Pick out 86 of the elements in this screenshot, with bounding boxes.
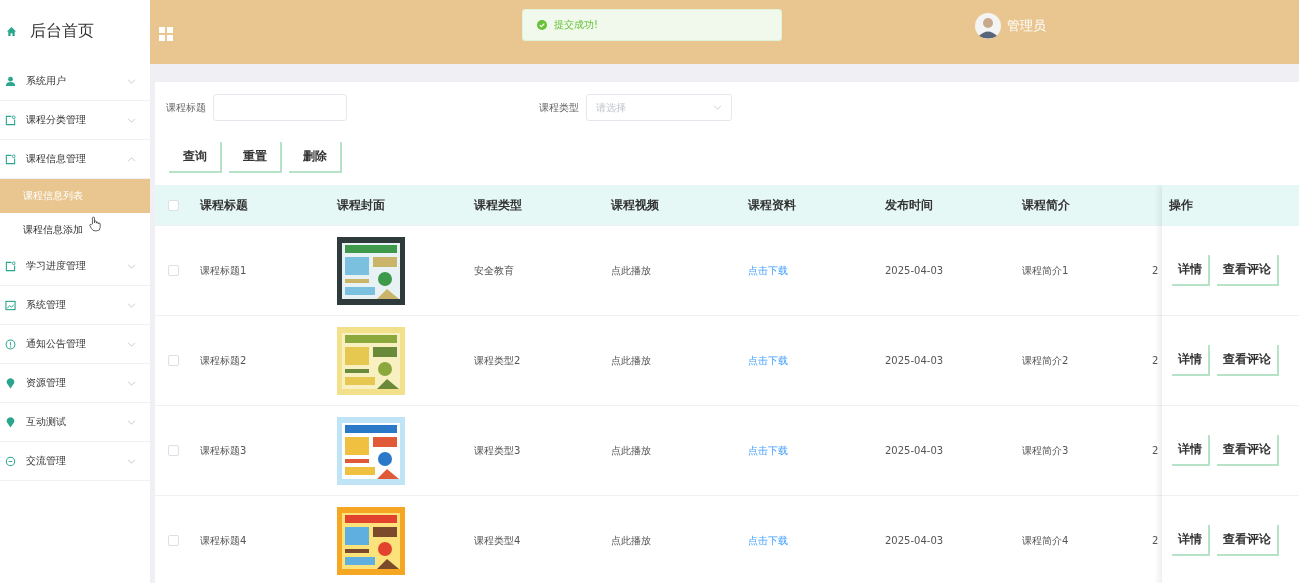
image-icon: [5, 299, 16, 311]
chevron-icon: [127, 458, 136, 464]
column-header: 课程标题: [200, 197, 248, 212]
table-cell: 点此播放: [611, 354, 651, 366]
table-cell: 安全教育: [474, 264, 514, 276]
table-cell: 课程简介2: [1022, 354, 1069, 366]
table-cell: 2: [1152, 265, 1159, 276]
table-cell: 课程标题2: [200, 354, 247, 366]
chevron-icon: [127, 341, 136, 347]
table-cell: 2: [1152, 445, 1159, 456]
sidebar-item[interactable]: 交流管理: [0, 442, 150, 481]
column-header: 课程封面: [337, 197, 385, 212]
grid-menu-icon[interactable]: [159, 27, 173, 41]
submenu-item[interactable]: 课程信息添加: [0, 213, 150, 247]
chevron-icon: [713, 105, 722, 110]
hand-cursor-icon: [89, 216, 101, 232]
pin-icon: [5, 377, 16, 389]
row-action-button[interactable]: 详情: [1172, 435, 1210, 466]
home-icon: [6, 25, 17, 37]
chevron-icon: [127, 302, 136, 308]
table-cell: 2: [1152, 535, 1159, 546]
chevron-icon: [127, 117, 136, 123]
document-icon: [5, 153, 16, 165]
input-field[interactable]: [213, 94, 347, 121]
table-cell: 点此播放: [611, 444, 651, 456]
row-action-button[interactable]: 查看评论: [1217, 255, 1279, 286]
sidebar-title: 后台首页: [30, 20, 94, 42]
table-cell: 点此播放: [611, 264, 651, 276]
row-action-button[interactable]: 详情: [1172, 525, 1210, 556]
column-header: 发布时间: [885, 197, 933, 212]
table-cell: 2025-04-03: [885, 535, 944, 546]
table-cell: 课程简介3: [1022, 444, 1069, 456]
sidebar-item[interactable]: 课程分类管理: [0, 101, 150, 140]
table-cell: 课程类型2: [474, 354, 521, 366]
filter-label: 课程类型: [539, 100, 579, 115]
filter-label: 课程标题: [166, 100, 206, 115]
document-icon: [5, 114, 16, 126]
sidebar-item[interactable]: 系统管理: [0, 286, 150, 325]
table-cell: 课程类型4: [474, 534, 521, 546]
table-cell: 点此播放: [611, 534, 651, 546]
table-cell: 课程简介1: [1022, 264, 1069, 276]
checkbox[interactable]: [168, 199, 179, 211]
chevron-icon: [127, 156, 136, 162]
document-icon: [5, 260, 16, 272]
row-action-button[interactable]: 详情: [1172, 345, 1210, 376]
chevron-icon: [127, 263, 136, 269]
sidebar-item[interactable]: 资源管理: [0, 364, 150, 403]
success-check-icon: [537, 20, 547, 30]
row-action-button[interactable]: 查看评论: [1217, 435, 1279, 466]
row-action-button[interactable]: 查看评论: [1217, 525, 1279, 556]
chevron-icon: [127, 78, 136, 84]
table-cell: 2025-04-03: [885, 265, 944, 276]
row-action-button[interactable]: 查看评论: [1217, 345, 1279, 376]
sidebar-item[interactable]: 系统用户: [0, 62, 150, 101]
avatar-icon[interactable]: [975, 13, 1001, 39]
sidebar-item[interactable]: 学习进度管理: [0, 247, 150, 286]
table-cell: 2: [1152, 355, 1159, 366]
table-cell: 课程标题4: [200, 534, 247, 546]
table-cell: 课程标题3: [200, 444, 247, 456]
chevron-icon: [127, 380, 136, 386]
checkbox[interactable]: [168, 445, 179, 456]
row-action-button[interactable]: 详情: [1172, 255, 1210, 286]
table-cell: 课程简介4: [1022, 534, 1069, 546]
info-icon: [5, 338, 16, 350]
toast-message: 提交成功!: [554, 18, 598, 32]
table-cell: 2025-04-03: [885, 445, 944, 456]
action-button[interactable]: 重置: [229, 142, 282, 173]
column-header: 课程视频: [611, 197, 659, 212]
user-icon: [5, 75, 16, 87]
chat-icon: [5, 455, 16, 467]
checkbox[interactable]: [168, 535, 179, 546]
column-header: 操作: [1169, 197, 1193, 214]
checkbox[interactable]: [168, 355, 179, 366]
column-header: 课程类型: [474, 197, 522, 212]
pin-icon: [5, 416, 16, 428]
table-cell: 课程标题1: [200, 264, 247, 276]
sidebar-item[interactable]: 通知公告管理: [0, 325, 150, 364]
column-header: 课程资料: [748, 197, 796, 212]
table-cell: 课程类型3: [474, 444, 521, 456]
action-button[interactable]: 查询: [169, 142, 222, 173]
column-header: 课程简介: [1022, 197, 1070, 212]
checkbox[interactable]: [168, 265, 179, 276]
table-cell: 2025-04-03: [885, 355, 944, 366]
sidebar-item[interactable]: 互动测试: [0, 403, 150, 442]
action-button[interactable]: 删除: [289, 142, 342, 173]
chevron-icon: [127, 419, 136, 425]
